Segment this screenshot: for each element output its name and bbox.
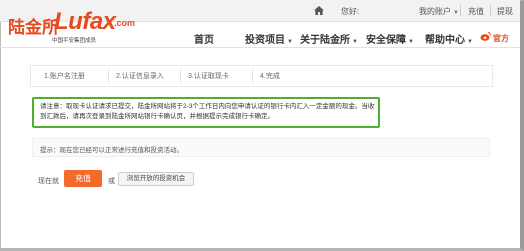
nav-about-label: 关于陆金所 xyxy=(300,35,350,46)
nav-official[interactable]: 官方 xyxy=(493,33,509,44)
withdraw-link[interactable]: 提现 xyxy=(497,6,513,17)
logo-chinese: 陆金所 xyxy=(8,18,59,37)
recharge-button[interactable]: 充值 xyxy=(64,170,102,187)
step-2: 2.认证信息录入 xyxy=(116,73,164,80)
recharge-link[interactable]: 充值 xyxy=(468,6,484,17)
step-4: 4.完成 xyxy=(260,73,280,80)
step-1: 1.账户名注册 xyxy=(44,73,85,80)
my-account-menu[interactable]: 我的账户 ▼ xyxy=(419,6,459,17)
browse-investments-button[interactable]: 浏览开放的投资机会 xyxy=(118,172,194,186)
nav-home[interactable]: 首页 xyxy=(194,31,214,46)
greeting-text: 您好: xyxy=(341,7,360,16)
or-label: 或 xyxy=(108,178,115,185)
nav-help[interactable]: 帮助中心 ▼ xyxy=(425,31,473,46)
nav-security[interactable]: 安全保障 ▼ xyxy=(366,31,414,46)
step-divider xyxy=(180,69,181,83)
chevron-down-icon: ▼ xyxy=(453,10,459,16)
logo-english: Lufax xyxy=(54,8,116,35)
nav-invest[interactable]: 投资项目 ▼ xyxy=(245,31,293,46)
now-label: 现在就 xyxy=(38,178,59,185)
divider xyxy=(460,5,461,16)
weibo-icon[interactable] xyxy=(480,32,491,41)
home-icon[interactable] xyxy=(314,6,324,15)
chevron-down-icon: ▼ xyxy=(352,39,358,45)
nav-about[interactable]: 关于陆金所 ▼ xyxy=(300,31,358,46)
step-3: 3.认证取现卡 xyxy=(188,73,229,80)
nav-help-label: 帮助中心 xyxy=(425,35,465,46)
chevron-down-icon: ▼ xyxy=(287,39,293,45)
hint-text: 提示：现在您已经可以正常进行充值和投资活动。 xyxy=(40,147,183,154)
notice-text: 请注意：取现卡认证请求已提交，陆金所网站将于2-3个工作日内向您申请认证的银行卡… xyxy=(40,103,375,120)
step-divider xyxy=(108,69,109,83)
logo-domain: .com xyxy=(114,18,136,28)
logo-subtitle: 中国平安集团成员 xyxy=(52,38,97,44)
step-divider xyxy=(252,69,253,83)
divider xyxy=(490,5,491,16)
chevron-down-icon: ▼ xyxy=(408,39,414,45)
nav-invest-label: 投资项目 xyxy=(245,35,285,46)
my-account-label: 我的账户 xyxy=(419,7,451,16)
chevron-down-icon: ▼ xyxy=(467,39,473,45)
nav-security-label: 安全保障 xyxy=(366,35,406,46)
nav-divider xyxy=(0,47,520,48)
